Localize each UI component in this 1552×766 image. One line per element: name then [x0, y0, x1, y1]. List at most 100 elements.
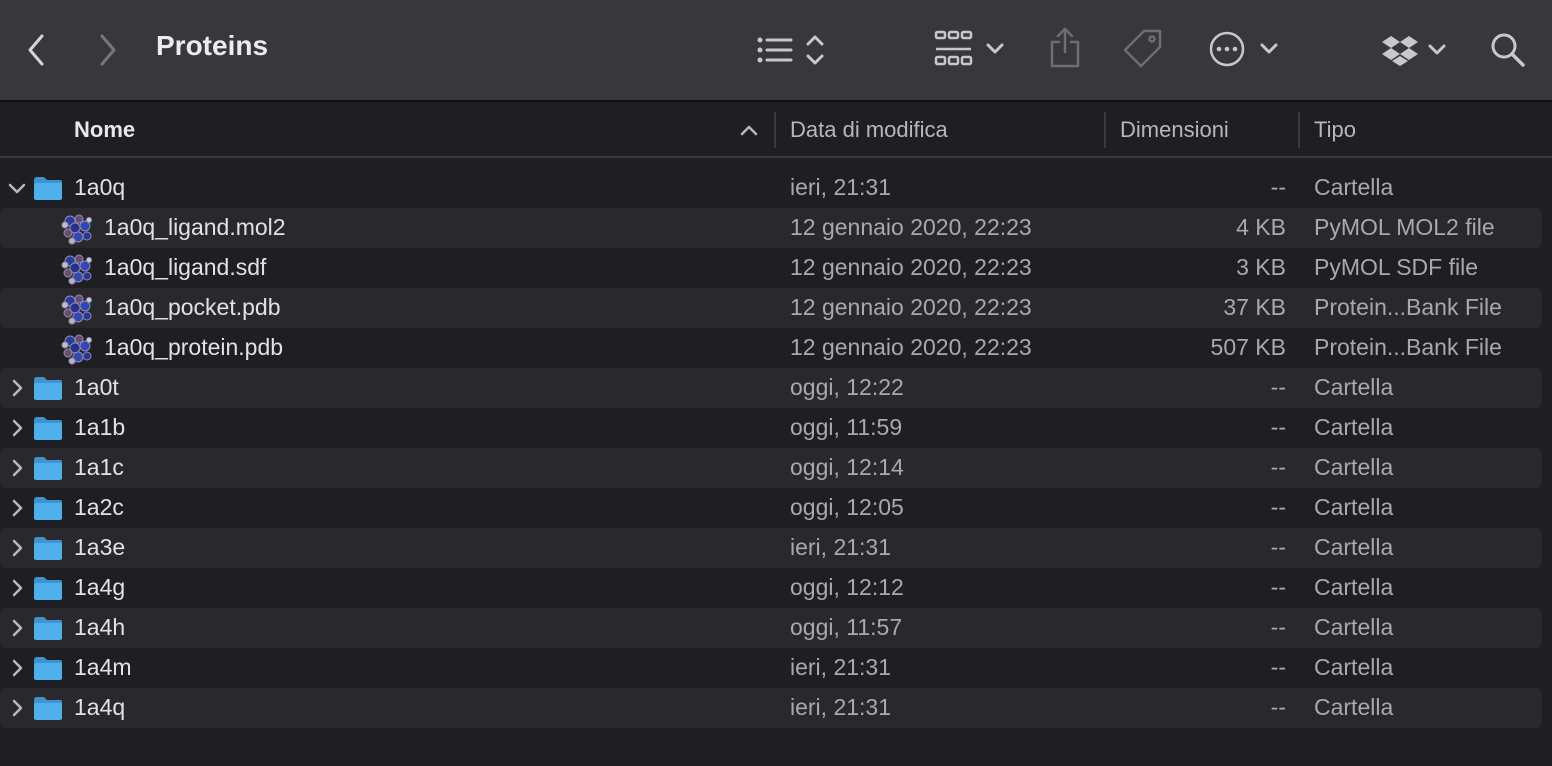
item-kind: Cartella: [1314, 454, 1394, 480]
column-divider[interactable]: [774, 112, 776, 148]
forward-button[interactable]: [94, 32, 122, 68]
folder-icon: [34, 377, 62, 400]
folder-row[interactable]: 1a4h oggi, 11:57 -- Cartella: [0, 608, 1552, 648]
forward-icon: [100, 34, 116, 66]
item-kind: PyMOL SDF file: [1314, 254, 1479, 280]
folder-row[interactable]: 1a1b oggi, 11:59 -- Cartella: [0, 408, 1552, 448]
sort-ascending-icon[interactable]: [738, 122, 760, 138]
chevron-right-icon[interactable]: [6, 457, 28, 479]
molecule-file-icon: [61, 294, 92, 325]
item-size: 37 KB: [1223, 294, 1286, 320]
chevron-right-icon[interactable]: [6, 417, 28, 439]
item-size: 4 KB: [1236, 214, 1286, 240]
chevron-right-icon[interactable]: [6, 537, 28, 559]
folder-row[interactable]: 1a0t oggi, 12:22 -- Cartella: [0, 368, 1552, 408]
chevron-right-icon[interactable]: [6, 697, 28, 719]
item-date: 12 gennaio 2020, 22:23: [790, 334, 1032, 360]
file-list: 1a0q ieri, 21:31 -- Cartella 1a0q_ligand.mol…: [0, 168, 1552, 728]
view-options-button[interactable]: [756, 32, 828, 68]
grid-view-icon: [934, 30, 973, 66]
folder-icon: [34, 497, 62, 520]
item-date: oggi, 12:05: [790, 494, 904, 520]
column-divider[interactable]: [1298, 112, 1300, 148]
item-name: 1a1b: [74, 414, 126, 440]
item-name: 1a4q: [74, 694, 126, 720]
item-name: 1a0q_pocket.pdb: [104, 294, 281, 320]
folder-row[interactable]: 1a4g oggi, 12:12 -- Cartella: [0, 568, 1552, 608]
folder-row[interactable]: 1a3e ieri, 21:31 -- Cartella: [0, 528, 1552, 568]
item-kind: Protein...Bank File: [1314, 294, 1502, 320]
folder-icon: [34, 577, 62, 600]
file-row[interactable]: 1a0q_ligand.sdf 12 gennaio 2020, 22:23 3 K…: [0, 248, 1552, 288]
folder-icon: [34, 537, 62, 560]
chevron-down-icon: [986, 43, 1004, 54]
chevron-down-icon[interactable]: [6, 177, 28, 199]
tag-button[interactable]: [1122, 28, 1164, 70]
item-size: --: [1270, 654, 1286, 680]
folder-row[interactable]: 1a1c oggi, 12:14 -- Cartella: [0, 448, 1552, 488]
folder-row[interactable]: 1a2c oggi, 12:05 -- Cartella: [0, 488, 1552, 528]
item-kind: Cartella: [1314, 174, 1394, 200]
item-name: 1a4m: [74, 654, 132, 680]
item-date: 12 gennaio 2020, 22:23: [790, 214, 1032, 240]
search-button[interactable]: [1490, 32, 1526, 68]
file-row[interactable]: 1a0q_ligand.mol2 12 gennaio 2020, 22:23 4 …: [0, 208, 1552, 248]
item-name: 1a0q_ligand.sdf: [104, 254, 267, 280]
chevron-right-icon[interactable]: [6, 377, 28, 399]
item-name: 1a0t: [74, 374, 119, 400]
item-size: --: [1270, 454, 1286, 480]
dropbox-icon: [1382, 36, 1418, 66]
chevron-down-icon: [1428, 44, 1446, 55]
item-name: 1a0q_ligand.mol2: [104, 214, 286, 240]
item-date: 12 gennaio 2020, 22:23: [790, 294, 1032, 320]
item-kind: PyMOL MOL2 file: [1314, 214, 1495, 240]
item-name: 1a3e: [74, 534, 126, 560]
share-button[interactable]: [1048, 26, 1082, 70]
folder-row[interactable]: 1a0q ieri, 21:31 -- Cartella: [0, 168, 1552, 208]
item-size: --: [1270, 694, 1286, 720]
file-row[interactable]: 1a0q_protein.pdb 12 gennaio 2020, 22:23 50…: [0, 328, 1552, 368]
item-size: 507 KB: [1210, 334, 1286, 360]
share-icon: [1050, 27, 1080, 68]
item-date: 12 gennaio 2020, 22:23: [790, 254, 1032, 280]
more-button[interactable]: [1208, 30, 1280, 68]
item-name: 1a4h: [74, 614, 126, 640]
item-kind: Cartella: [1314, 614, 1394, 640]
item-kind: Cartella: [1314, 494, 1394, 520]
item-kind: Cartella: [1314, 534, 1394, 560]
molecule-file-icon: [61, 214, 92, 245]
chevron-right-icon[interactable]: [6, 657, 28, 679]
window-title: Proteins: [156, 30, 269, 61]
chevron-down-icon: [1260, 43, 1278, 54]
folder-row[interactable]: 1a4m ieri, 21:31 -- Cartella: [0, 648, 1552, 688]
item-name: 1a0q: [74, 174, 126, 200]
column-kind-header[interactable]: Tipo: [1314, 117, 1356, 143]
dropbox-button[interactable]: [1382, 34, 1448, 66]
folder-row[interactable]: 1a4q ieri, 21:31 -- Cartella: [0, 688, 1552, 728]
back-button[interactable]: [22, 32, 50, 68]
column-size-header[interactable]: Dimensioni: [1120, 117, 1229, 143]
tag-icon: [1123, 29, 1162, 68]
item-name: 1a1c: [74, 454, 124, 480]
item-date: ieri, 21:31: [790, 654, 892, 680]
chevron-right-icon[interactable]: [6, 577, 28, 599]
column-date-header[interactable]: Data di modifica: [790, 117, 948, 143]
item-size: --: [1270, 374, 1286, 400]
item-size: --: [1270, 534, 1286, 560]
item-kind: Cartella: [1314, 414, 1394, 440]
item-size: --: [1270, 414, 1286, 440]
list-view-icon: [757, 37, 793, 63]
back-icon: [28, 34, 44, 66]
folder-icon: [34, 457, 62, 480]
folder-icon: [34, 657, 62, 680]
item-date: oggi, 11:57: [790, 614, 903, 640]
chevron-right-icon[interactable]: [6, 497, 28, 519]
column-name-header[interactable]: Nome: [74, 117, 135, 143]
item-date: oggi, 12:14: [790, 454, 904, 480]
folder-icon: [34, 177, 62, 200]
column-divider[interactable]: [1104, 112, 1106, 148]
chevron-right-icon[interactable]: [6, 617, 28, 639]
group-button[interactable]: [934, 30, 1006, 68]
file-row[interactable]: 1a0q_pocket.pdb 12 gennaio 2020, 22:23 37 …: [0, 288, 1552, 328]
column-header: Nome Data di modifica Dimensioni Tipo: [0, 102, 1552, 158]
